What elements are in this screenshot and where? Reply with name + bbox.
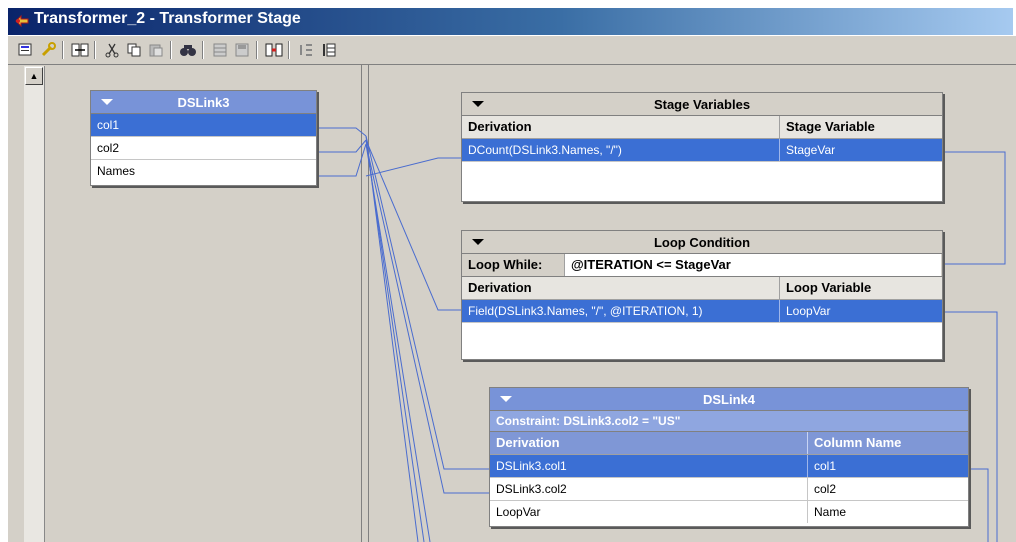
derivation-cell[interactable]: DSLink3.col1: [490, 455, 808, 477]
link-line: [318, 127, 367, 137]
loop-condition-title: Loop Condition: [653, 235, 751, 250]
column-name: col2: [97, 141, 120, 155]
derivation-cell[interactable]: Field(DSLink3.Names, "/", @ITERATION, 1): [462, 300, 780, 322]
table-row[interactable]: Field(DSLink3.Names, "/", @ITERATION, 1)…: [462, 300, 942, 323]
loop-condition-panel[interactable]: Loop Condition Loop While: @ITERATION <=…: [461, 230, 943, 360]
column-name-cell[interactable]: col1: [808, 455, 964, 477]
link-line: [365, 139, 470, 311]
derivation-header[interactable]: Derivation: [462, 116, 780, 138]
table-row[interactable]: DCount(DSLink3.Names, "/") StageVar: [462, 139, 942, 162]
stage-variable-cell[interactable]: StageVar: [780, 139, 936, 161]
loop-while-label: Loop While:: [468, 257, 543, 272]
dslink3-title: DSLink3: [177, 95, 230, 110]
table-row[interactable]: LoopVar Name: [490, 501, 968, 523]
column-name-cell[interactable]: Name: [808, 501, 964, 523]
loop-variable-header[interactable]: Loop Variable: [780, 277, 936, 299]
table-row[interactable]: DSLink3.col1 col1: [490, 455, 968, 478]
output-link-dslink4[interactable]: DSLink4 Constraint: DSLink3.col2 = "US" …: [489, 387, 969, 527]
stage-variables-header[interactable]: Stage Variables: [462, 93, 942, 116]
stage-variables-title: Stage Variables: [653, 97, 751, 112]
loop-variable-cell[interactable]: LoopVar: [780, 300, 936, 322]
derivation-header[interactable]: Derivation: [462, 277, 780, 299]
derivation-cell[interactable]: DCount(DSLink3.Names, "/"): [462, 139, 780, 161]
derivation-cell[interactable]: LoopVar: [490, 501, 808, 523]
column-headers: Derivation Column Name: [490, 432, 968, 455]
stage-variables-panel[interactable]: Stage Variables Derivation Stage Variabl…: [461, 92, 943, 202]
stage-variable-header[interactable]: Stage Variable: [780, 116, 936, 138]
dslink4-header[interactable]: DSLink4: [490, 388, 968, 411]
derivation-cell[interactable]: DSLink3.col2: [490, 478, 808, 500]
table-row[interactable]: col1: [91, 114, 316, 137]
column-headers: Derivation Loop Variable: [462, 277, 942, 300]
link-line: [970, 468, 989, 542]
column-name-header[interactable]: Column Name: [808, 432, 964, 454]
input-link-dslink3[interactable]: DSLink3 col1 col2 Names: [90, 90, 317, 186]
table-row[interactable]: Names: [91, 160, 316, 182]
column-name: Names: [97, 164, 136, 178]
link-line: [365, 143, 431, 542]
column-name: col1: [97, 118, 120, 132]
loop-while-row: Loop While: @ITERATION <= StageVar: [462, 254, 942, 277]
column-name-cell[interactable]: col2: [808, 478, 964, 500]
loop-while-expression[interactable]: @ITERATION <= StageVar: [564, 254, 941, 276]
link-line: [942, 151, 1006, 265]
table-row[interactable]: DSLink3.col2 col2: [490, 478, 968, 501]
link-line: [318, 139, 367, 153]
constraint-label[interactable]: Constraint: DSLink3.col2 = "US": [490, 411, 968, 432]
derivation-header[interactable]: Derivation: [490, 432, 808, 454]
column-headers: Derivation Stage Variable: [462, 116, 942, 139]
dslink3-header[interactable]: DSLink3: [91, 91, 316, 114]
dslink4-title: DSLink4: [702, 392, 755, 407]
link-line: [365, 157, 470, 177]
loop-condition-header[interactable]: Loop Condition: [462, 231, 942, 254]
table-row[interactable]: col2: [91, 137, 316, 160]
